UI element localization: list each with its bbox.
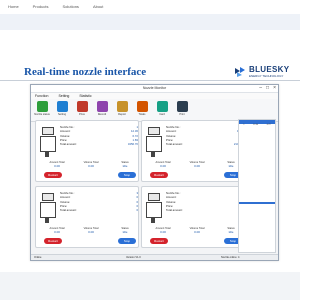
divider [0, 80, 300, 81]
restart-button[interactable]: Restart [44, 172, 62, 178]
nozzle-panel-1: Nozzle No.: 1 Amount: 12.30 Volume: 6.72 Pr… [35, 120, 139, 182]
top-nav: Home Products Solutions About [8, 4, 103, 9]
toolbar-record[interactable]: Record [95, 101, 109, 121]
nozzle-icon [146, 193, 162, 223]
top-nav-item[interactable]: Solutions [62, 4, 78, 9]
title-bar: Nozzle Monitor – □ × [31, 85, 278, 93]
settings-icon [56, 101, 68, 112]
nozzle-params: Nozzle No.: 3 Amount: 0 Volume: 0 Price: 0 T… [60, 191, 138, 213]
nozzle-params: Nozzle No.:2 Amount:18.20 Volume:9.94 Pr… [166, 125, 244, 147]
toolbar-report[interactable]: Report [115, 101, 129, 121]
report-icon [116, 101, 128, 112]
list-item[interactable]: 1 12.30 6.72 [239, 124, 275, 127]
window-title: Nozzle Monitor [142, 86, 167, 90]
menu-setting[interactable]: Setting [58, 93, 69, 99]
nozzle-params: Nozzle No.: 1 Amount: 12.30 Volume: 6.72 Pr… [60, 125, 138, 147]
toolbar-nozzle-status[interactable]: Nozzle status [34, 101, 50, 121]
price-icon [76, 101, 88, 112]
brand-tagline: ENERGY TECHNOLOGY [249, 74, 284, 78]
print-icon [176, 101, 188, 112]
nozzle-icon [40, 193, 56, 223]
nozzle-panel-2: Nozzle No.:2 Amount:18.20 Volume:9.94 Pr… [141, 120, 245, 182]
toolbar-price[interactable]: Price [75, 101, 89, 121]
status-left: Online [34, 256, 42, 259]
restart-button[interactable]: Restart [150, 238, 168, 244]
app-window: Nozzle Monitor – □ × Function Setting St… [30, 84, 279, 261]
nozzle-stats: Amount Total 0.00 Volume Total 0.00 Status… [49, 227, 129, 234]
status-center: Version V1.0 [126, 256, 141, 259]
bluesky-logo-icon [235, 67, 245, 77]
toolbar-print[interactable]: Print [175, 101, 189, 121]
top-nav-item[interactable]: About [93, 4, 103, 9]
restart-button[interactable]: Restart [44, 238, 62, 244]
header-banner [0, 14, 300, 30]
menu-statistic[interactable]: Statistic [79, 93, 91, 99]
brand-logo: BLUESKY ENERGY TECHNOLOGY [234, 66, 289, 78]
nozzle-panel-3: Nozzle No.: 3 Amount: 0 Volume: 0 Price: 0 T… [35, 186, 139, 248]
maximize-icon[interactable]: □ [266, 85, 269, 92]
top-nav-item[interactable]: Home [8, 4, 19, 9]
page-footer [0, 272, 300, 300]
stop-button[interactable]: Stop [118, 238, 136, 244]
nozzle-stats: Amount Total 0.00 Volume Total 0.00 Status… [155, 227, 235, 234]
toolbar-card[interactable]: Card [155, 101, 169, 121]
stop-button[interactable]: Stop [118, 172, 136, 178]
nozzle-params: Nozzle No.:4 Amount:0 Volume:0 Price:0 T… [166, 191, 244, 213]
nozzle-icon [146, 127, 162, 157]
nozzle-stats: Amount Total 0.00 Volume Total 0.00 Status… [155, 161, 235, 168]
close-icon[interactable]: × [273, 85, 276, 92]
restart-button[interactable]: Restart [150, 172, 168, 178]
toolbar-setting[interactable]: Setting [55, 101, 69, 121]
nozzle-panel-4: Nozzle No.:4 Amount:0 Volume:0 Price:0 T… [141, 186, 245, 248]
nozzle-icon [36, 101, 48, 112]
card-icon [156, 101, 168, 112]
page-title: Real-time nozzle interface [24, 66, 147, 78]
brand-name: BLUESKY [249, 65, 290, 74]
record-icon [96, 101, 108, 112]
transaction-list[interactable]: 1 12.30 6.72 [238, 119, 276, 253]
toolbar-totals[interactable]: Totals [135, 101, 149, 121]
list-header-2 [239, 202, 275, 204]
status-bar: Online Version V1.0 Nozzle online: 4 [31, 254, 278, 260]
nozzle-icon [40, 127, 56, 157]
top-nav-item[interactable]: Products [33, 4, 49, 9]
menu-function[interactable]: Function [35, 93, 48, 99]
status-right: Nozzle online: 4 [221, 256, 240, 259]
totals-icon [136, 101, 148, 112]
minimize-icon[interactable]: – [259, 85, 262, 92]
nozzle-stats: Amount Total 0.00 Volume Total 0.00 Status… [49, 161, 129, 168]
